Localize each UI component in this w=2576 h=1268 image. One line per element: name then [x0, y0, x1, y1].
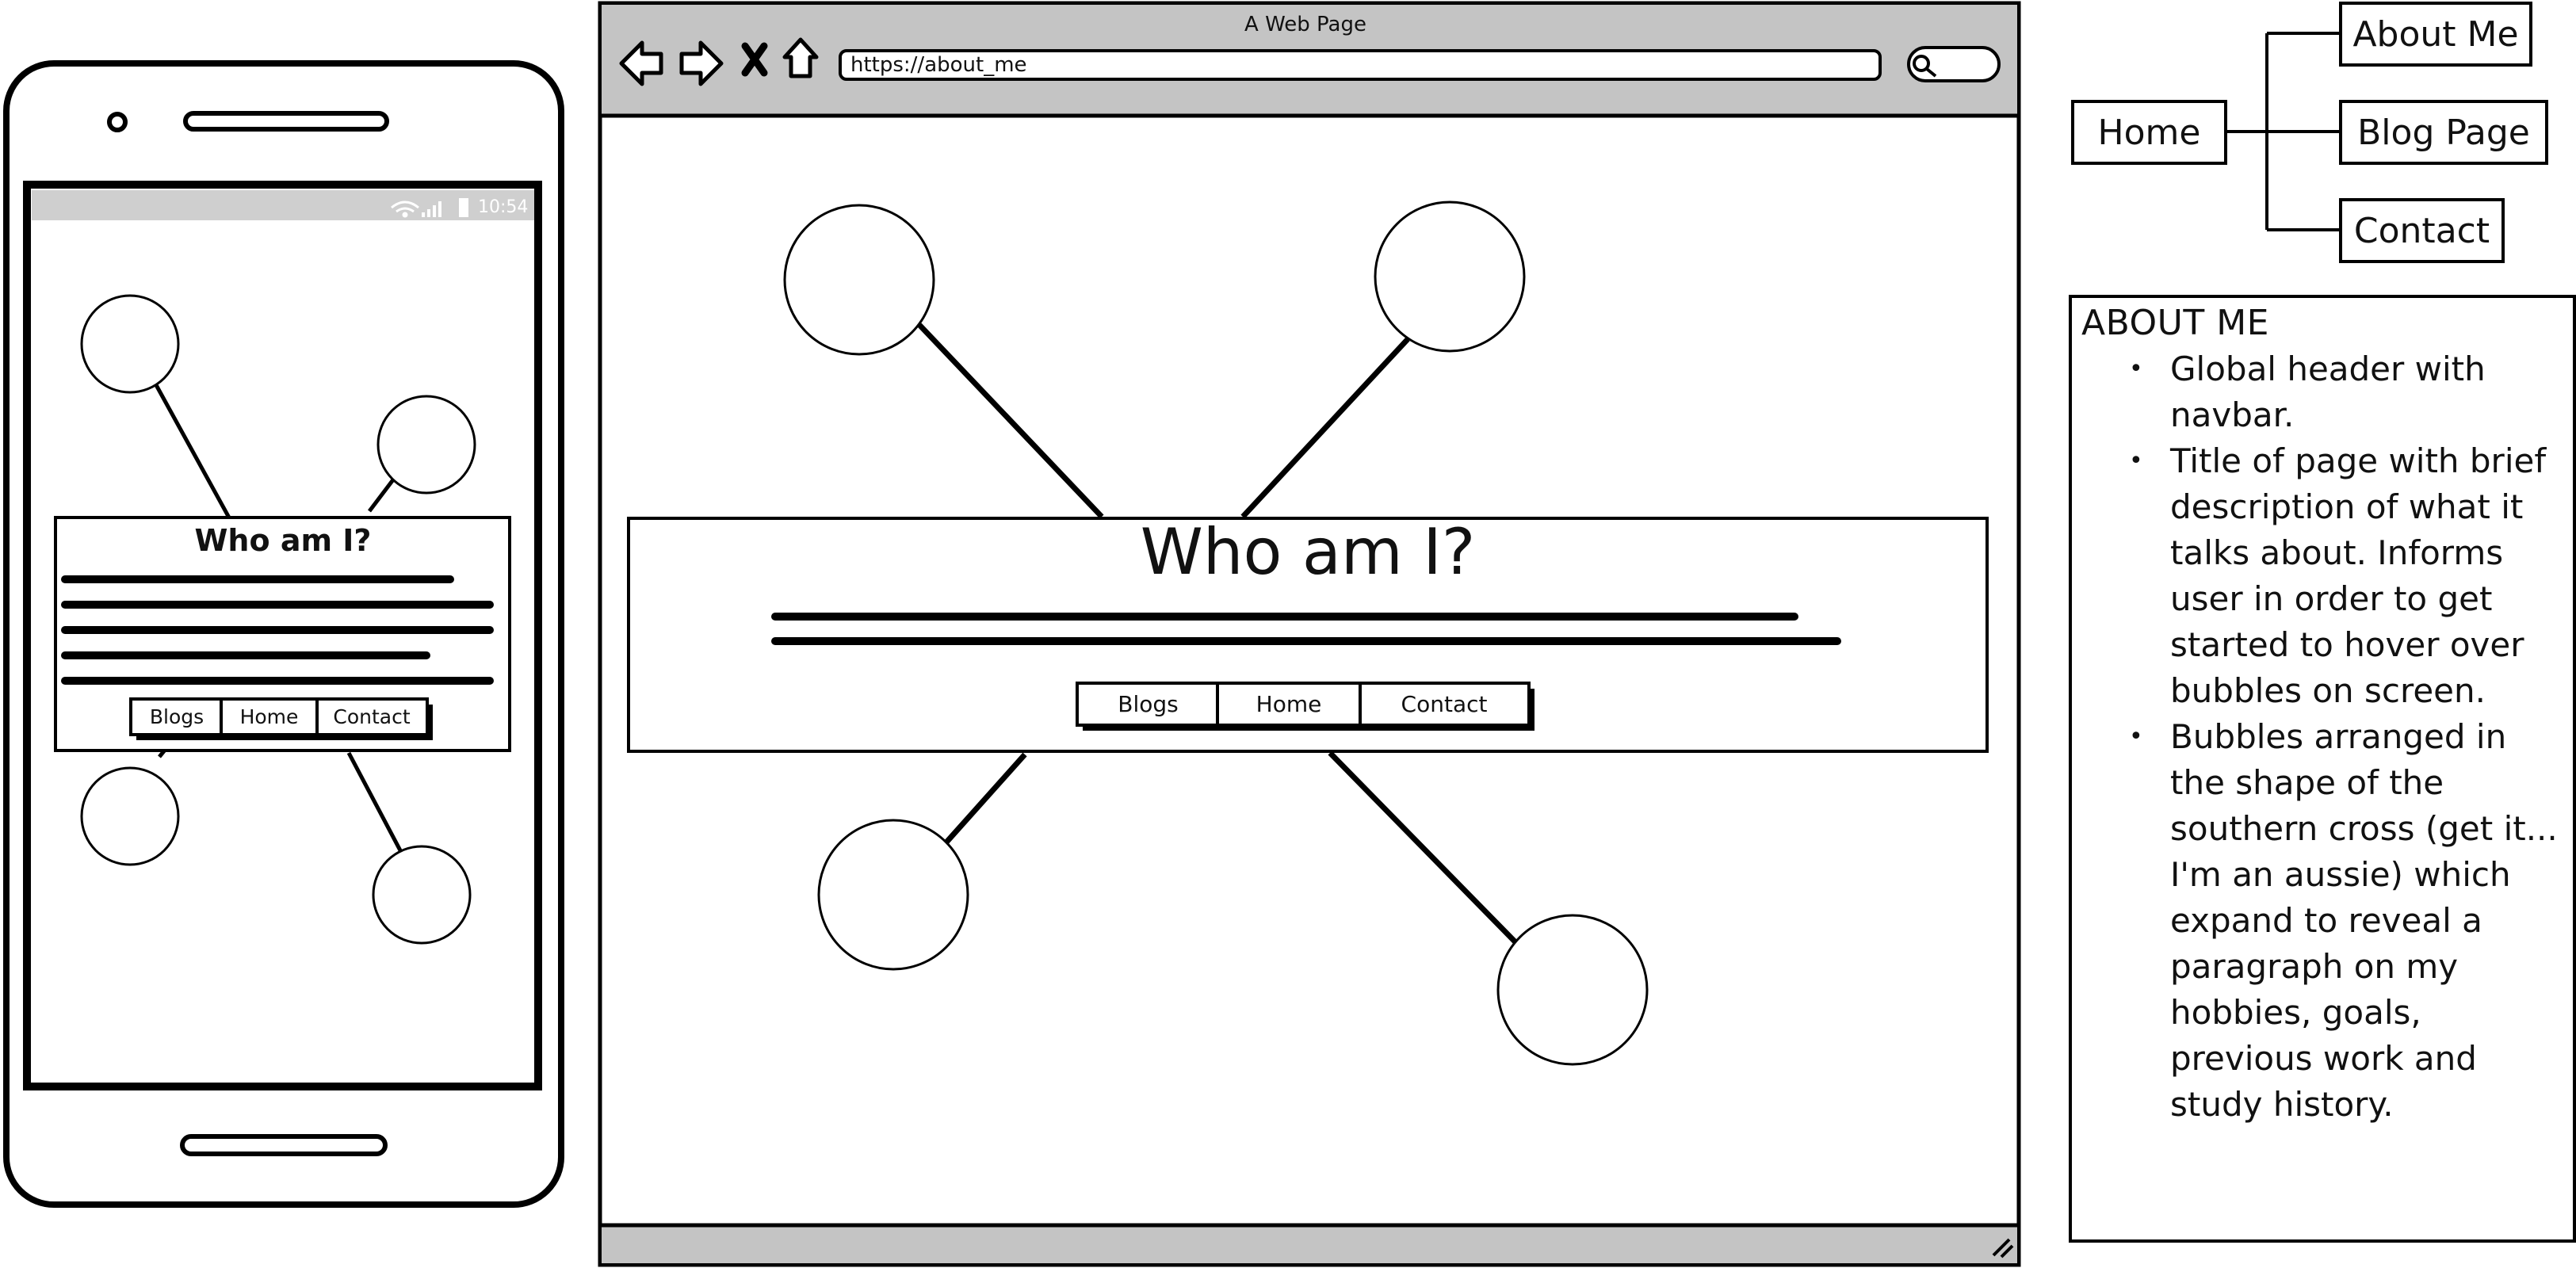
notes-list: Global header with navbar. Title of page… [2081, 346, 2563, 1128]
notes-panel: ABOUT ME Global header with navbar. Titl… [2070, 298, 2574, 1241]
sitemap-home[interactable]: Home [2073, 101, 2226, 163]
nav-home-button[interactable]: Home [1217, 685, 1360, 724]
bubble-circle[interactable] [817, 819, 969, 971]
bubble-circle[interactable] [1496, 914, 1649, 1066]
mobile-page-title: Who am I? [194, 523, 372, 558]
sitemap-connectors [2226, 32, 2341, 231]
mobile-nav-home-button[interactable]: Home [221, 701, 317, 733]
page-title: Who am I? [1140, 515, 1476, 589]
mobile-nav-contact-button[interactable]: Contact [317, 701, 426, 733]
status-time: 10:54 [478, 197, 529, 217]
bubble-circle[interactable] [80, 766, 180, 866]
bubble-circle[interactable] [80, 294, 180, 394]
phone-status-bar [32, 190, 534, 220]
bubble-circle[interactable] [376, 395, 476, 495]
notes-item: Global header with navbar. [2129, 346, 2563, 438]
bubble-circle[interactable] [372, 845, 472, 945]
sitemap-blog-page[interactable]: Blog Page [2341, 101, 2547, 163]
nav-contact-button[interactable]: Contact [1360, 685, 1528, 724]
nav-blogs-button[interactable]: Blogs [1079, 685, 1217, 724]
bubble-circle[interactable] [1374, 201, 1526, 353]
search-pill[interactable] [1907, 46, 2001, 82]
url-field[interactable]: https://about_me [844, 52, 1875, 78]
notes-item: Title of page with brief description of … [2129, 438, 2563, 714]
bubble-circle[interactable] [783, 204, 935, 356]
notes-heading: ABOUT ME [2081, 303, 2269, 343]
battery-icon [459, 198, 468, 217]
browser-window-title: A Web Page [1244, 13, 1366, 36]
sitemap-about-me[interactable]: About Me [2341, 3, 2531, 65]
mobile-nav-blogs-button[interactable]: Blogs [132, 701, 221, 733]
sitemap-contact[interactable]: Contact [2341, 200, 2503, 262]
notes-item: Bubbles arranged in the shape of the sou… [2129, 714, 2563, 1128]
